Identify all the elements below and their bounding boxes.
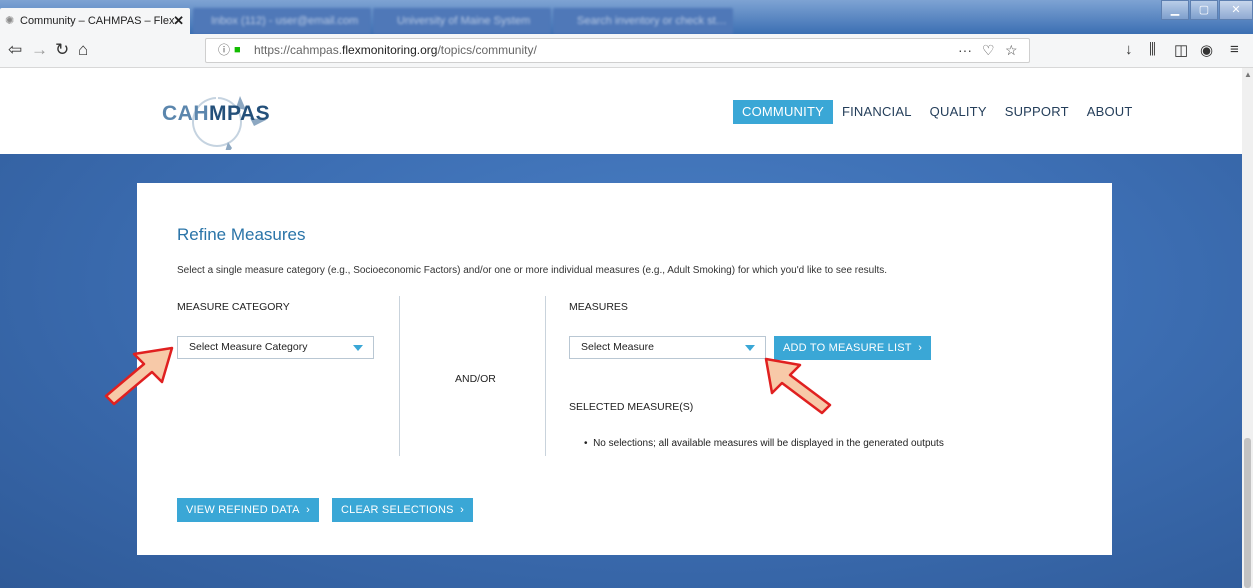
clear-selections-button[interactable]: CLEAR SELECTIONS › bbox=[332, 498, 474, 522]
nav-about[interactable]: ABOUT bbox=[1078, 100, 1142, 124]
bullet-icon: • bbox=[584, 438, 588, 449]
nav-community[interactable]: COMMUNITY bbox=[733, 100, 833, 124]
measure-select[interactable]: Select Measure bbox=[569, 336, 766, 359]
button-label: ADD TO MEASURE LIST bbox=[783, 342, 912, 354]
sidebar-icon[interactable]: ◫ bbox=[1174, 41, 1188, 59]
refine-intro: Select a single measure category (e.g., … bbox=[177, 265, 888, 276]
site-header: CAHMPAS COMMUNITY FINANCIAL QUALITY SUPP… bbox=[0, 68, 1242, 154]
scroll-up-icon[interactable]: ▲ bbox=[1244, 70, 1252, 79]
select-value: Select Measure Category bbox=[189, 341, 308, 353]
button-label: CLEAR SELECTIONS bbox=[341, 504, 454, 516]
chevron-down-icon bbox=[353, 345, 363, 351]
tab-title: Search inventory or check st… bbox=[577, 15, 727, 27]
home-icon[interactable]: ⌂ bbox=[78, 40, 88, 60]
andor-text: AND/OR bbox=[455, 373, 496, 385]
page-scrollbar[interactable]: ▲ bbox=[1242, 68, 1253, 588]
forward-icon[interactable]: → bbox=[31, 40, 48, 60]
window-controls: ▁ ▢ ✕ bbox=[1160, 0, 1253, 22]
site-favicon-icon: ✺ bbox=[5, 15, 15, 27]
url-text: https://cahmpas.flexmonitoring.org/topic… bbox=[254, 43, 537, 57]
tab-title: Community – CAHMPAS – Flex bbox=[20, 15, 175, 27]
info-icon[interactable]: ⓘ bbox=[218, 39, 230, 62]
tab-inbox[interactable]: Inbox (112) - user@email.com bbox=[193, 8, 371, 34]
no-selection-text: No selections; all available measures wi… bbox=[593, 438, 944, 449]
chevron-right-icon: › bbox=[306, 504, 311, 516]
tab-inventory[interactable]: Search inventory or check st… bbox=[553, 8, 733, 34]
library-icon[interactable]: ⫼ bbox=[1149, 41, 1156, 58]
measure-category-label: MEASURE CATEGORY bbox=[177, 301, 290, 313]
close-window-icon[interactable]: ✕ bbox=[1219, 0, 1253, 20]
lock-icon[interactable]: ■ bbox=[234, 39, 241, 62]
scrollbar-thumb[interactable] bbox=[1244, 438, 1251, 588]
nav-quality[interactable]: QUALITY bbox=[921, 100, 996, 124]
column-divider bbox=[545, 296, 546, 456]
browser-toolbar: ⇦ → ↻ ⌂ ⓘ ■ https://cahmpas.flexmonitori… bbox=[0, 34, 1253, 68]
logo-text: CAHMPAS bbox=[162, 102, 271, 125]
reload-icon[interactable]: ↻ bbox=[55, 40, 69, 60]
selected-measures-label: SELECTED MEASURE(S) bbox=[569, 401, 694, 413]
view-refined-data-button[interactable]: VIEW REFINED DATA › bbox=[177, 498, 320, 522]
back-icon[interactable]: ⇦ bbox=[8, 40, 22, 60]
tab-title: Inbox (112) - user@email.com bbox=[211, 15, 359, 27]
close-tab-icon[interactable]: ✕ bbox=[173, 8, 184, 34]
cahmpas-logo[interactable]: CAHMPAS bbox=[158, 90, 278, 150]
main-nav: COMMUNITY FINANCIAL QUALITY SUPPORT ABOU… bbox=[733, 100, 1142, 124]
chevron-right-icon: › bbox=[460, 504, 465, 516]
select-value: Select Measure bbox=[581, 341, 654, 353]
chevron-right-icon: › bbox=[918, 342, 923, 354]
button-label: VIEW REFINED DATA bbox=[186, 504, 300, 516]
nav-support[interactable]: SUPPORT bbox=[996, 100, 1078, 124]
minimize-icon[interactable]: ▁ bbox=[1161, 0, 1189, 20]
column-divider bbox=[399, 296, 400, 456]
bookmark-star-icon[interactable]: ☆ bbox=[1005, 39, 1018, 62]
measure-category-select[interactable]: Select Measure Category bbox=[177, 336, 374, 359]
downloads-icon[interactable]: ↓ bbox=[1125, 41, 1133, 58]
pocket-icon[interactable]: ♡ bbox=[982, 39, 995, 62]
nav-financial[interactable]: FINANCIAL bbox=[833, 100, 921, 124]
chevron-down-icon bbox=[745, 345, 755, 351]
refine-measures-card: Refine Measures Select a single measure … bbox=[137, 183, 1112, 555]
refine-title: Refine Measures bbox=[177, 225, 306, 244]
tab-title: University of Maine System bbox=[397, 15, 531, 27]
tab-university[interactable]: University of Maine System bbox=[373, 8, 551, 34]
menu-icon[interactable]: ≡ bbox=[1230, 41, 1239, 58]
account-icon[interactable]: ◉ bbox=[1200, 41, 1213, 59]
address-bar[interactable]: ⓘ ■ https://cahmpas.flexmonitoring.org/t… bbox=[205, 38, 1030, 63]
tab-community[interactable]: ✺ Community – CAHMPAS – Flex ✕ bbox=[0, 8, 190, 34]
no-selection-item: • No selections; all available measures … bbox=[584, 438, 944, 449]
measures-label: MEASURES bbox=[569, 301, 628, 313]
page-actions-icon[interactable]: ··· bbox=[958, 39, 972, 62]
annotation-arrow-icon bbox=[104, 346, 174, 406]
browser-tab-bar: ✺ Community – CAHMPAS – Flex ✕ Inbox (11… bbox=[0, 0, 1253, 34]
annotation-arrow-icon bbox=[764, 357, 832, 415]
maximize-icon[interactable]: ▢ bbox=[1190, 0, 1218, 20]
